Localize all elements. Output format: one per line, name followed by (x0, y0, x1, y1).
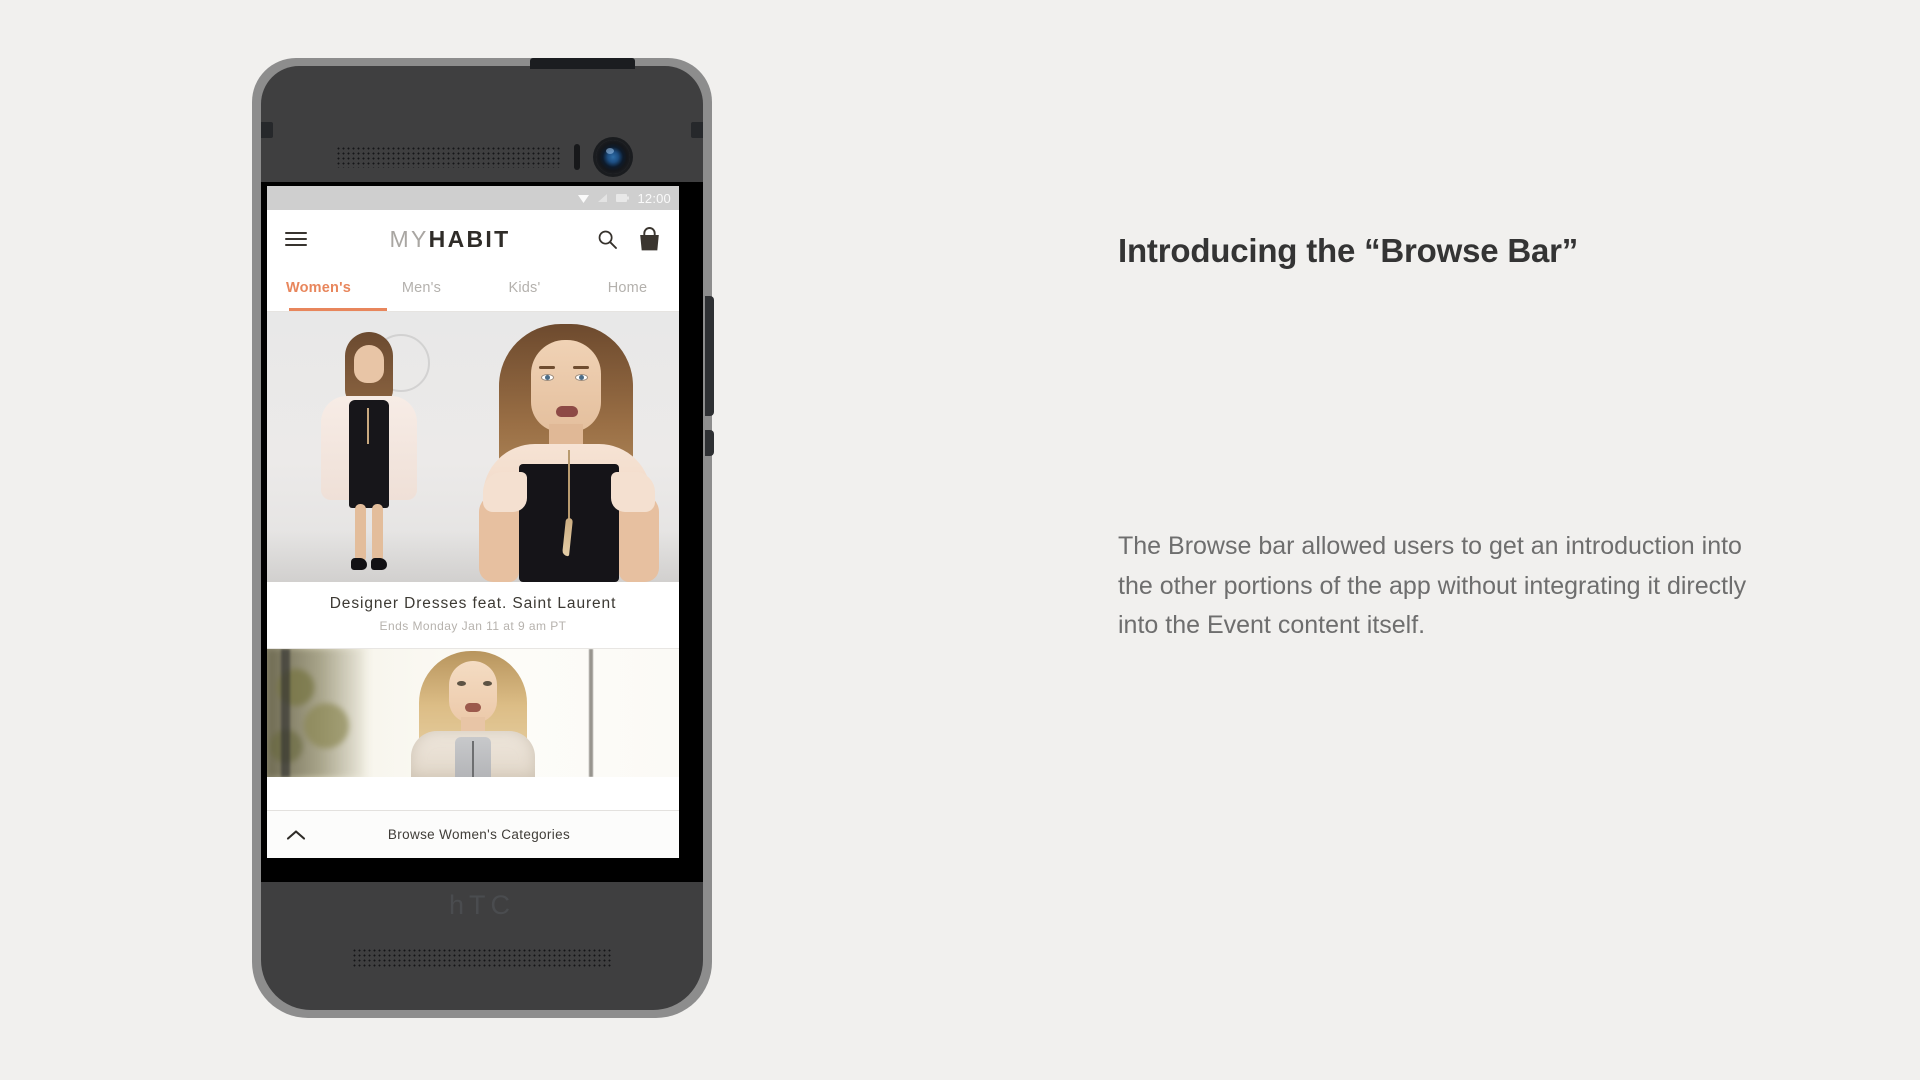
search-icon[interactable] (597, 229, 618, 250)
download-icon (578, 194, 590, 203)
event-card-meta-1[interactable]: Designer Dresses feat. Saint Laurent End… (267, 582, 679, 649)
power-button[interactable] (530, 58, 635, 69)
brand-suffix: HABIT (428, 225, 511, 252)
app-bar-actions (597, 226, 661, 252)
tab-home[interactable]: Home (576, 268, 679, 311)
event-card-image-2[interactable] (267, 649, 679, 777)
event-end-time: Ends Monday Jan 11 at 9 am PT (379, 619, 567, 633)
volume-up-button[interactable] (705, 296, 714, 416)
active-tab-indicator (289, 308, 387, 311)
signal-icon (598, 194, 608, 202)
category-tab-bar: Women's Men's Kids' Home (267, 268, 679, 312)
tab-kids[interactable]: Kids' (473, 268, 576, 311)
antenna-line-left (261, 122, 273, 138)
tab-mens[interactable]: Men's (370, 268, 473, 311)
shopping-bag-icon[interactable] (638, 226, 661, 252)
volume-down-button[interactable] (705, 430, 714, 456)
antenna-line-right (691, 122, 703, 138)
model-figure-blonde (393, 649, 553, 777)
photo-pole-right (589, 649, 593, 777)
event-card-image-1[interactable] (267, 312, 679, 582)
browse-bar-label: Browse Women's Categories (387, 827, 571, 842)
app-bar: MYHABIT (267, 210, 679, 268)
slide-canvas: 12:00 MYHABIT Women's Men's Kids' Home D… (0, 0, 1920, 1080)
photo-pole-left (281, 649, 290, 777)
app-logo: MYHABIT (303, 226, 597, 253)
browse-bar[interactable]: Browse Women's Categories (267, 810, 679, 858)
slide-copy: Introducing the “Browse Bar” The Browse … (1118, 230, 1758, 646)
page-body-text: The Browse bar allowed users to get an i… (1118, 532, 1747, 640)
brand-prefix: MY (389, 225, 429, 252)
model-figure-right (465, 322, 671, 582)
status-bar-time: 12:00 (637, 190, 671, 206)
bottom-speaker-grille-icon (352, 948, 612, 968)
device-brand-logo: hTC (448, 890, 515, 920)
model-figure-left (309, 332, 429, 576)
phone-screen: 12:00 MYHABIT Women's Men's Kids' Home D… (267, 186, 679, 858)
tab-womens[interactable]: Women's (267, 268, 370, 311)
page-title: Introducing the “Browse Bar” (1118, 232, 1579, 269)
sensor-icon (574, 144, 580, 170)
status-bar: 12:00 (267, 186, 679, 210)
battery-icon (616, 194, 630, 202)
speaker-grille-icon (336, 146, 562, 168)
camera-icon (596, 140, 630, 174)
event-title: Designer Dresses feat. Saint Laurent (329, 595, 617, 612)
phone-mockup: 12:00 MYHABIT Women's Men's Kids' Home D… (252, 58, 714, 1018)
